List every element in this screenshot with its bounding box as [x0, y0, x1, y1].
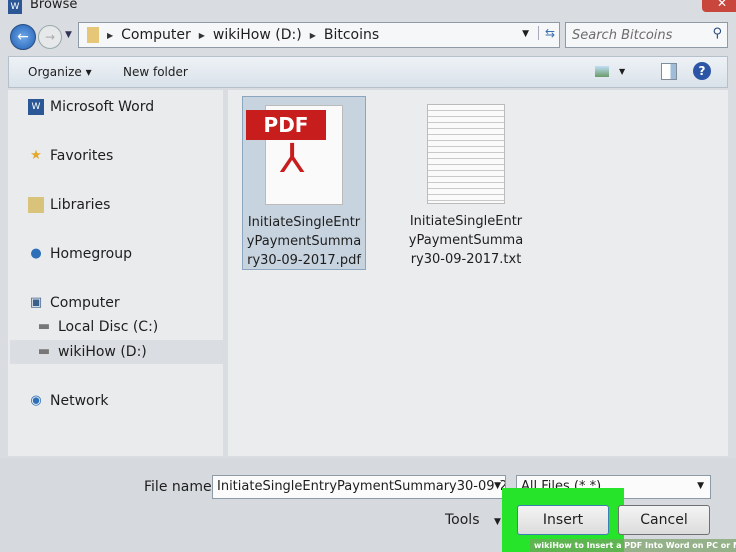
tools-button[interactable]: Tools ▼ — [445, 512, 501, 528]
file-name-line: InitiateSingleEntr — [247, 215, 361, 230]
search-input[interactable]: Search Bitcoins ⚲ — [565, 22, 728, 48]
sidebar-item-libraries[interactable]: Libraries — [28, 197, 110, 213]
sidebar-item-label: Favorites — [50, 148, 114, 164]
network-icon: ◉ — [30, 393, 42, 408]
preview-pane-icon[interactable] — [661, 63, 677, 80]
pdf-file-icon: PDF ⅄ — [246, 105, 343, 205]
acrobat-logo-icon: ⅄ — [280, 136, 305, 182]
sidebar-item-network[interactable]: ◉ Network — [28, 393, 108, 409]
file-list: PDF ⅄ InitiateSingleEntr yPaymentSumma ry3… — [228, 90, 728, 456]
folder-icon — [87, 27, 99, 43]
sidebar-item-favorites[interactable]: ★ Favorites — [28, 148, 113, 164]
drive-icon: ▬ — [37, 319, 51, 334]
breadcrumb-drive[interactable]: wikiHow (D:) — [213, 27, 302, 43]
back-button[interactable]: ← — [10, 24, 36, 50]
toolbar: Organize ▾ New folder ▼ ? — [8, 56, 728, 88]
sidebar-item-computer[interactable]: ▣ Computer — [28, 295, 120, 311]
sidebar-item-label: Homegroup — [50, 246, 133, 262]
file-name-line: ry30-09-2017.txt — [410, 252, 522, 267]
cancel-button[interactable]: Cancel — [618, 505, 710, 535]
sidebar-item-label: Network — [50, 393, 109, 409]
computer-icon: ▣ — [29, 295, 43, 310]
chevron-right-icon[interactable]: ▶ — [310, 31, 316, 40]
watermark: wikiHow to Insert a PDF Into Word on PC … — [530, 539, 736, 552]
refresh-icon[interactable]: ⇆ — [537, 26, 555, 40]
window-title: Browse — [30, 0, 78, 12]
libraries-icon — [28, 197, 44, 213]
recent-pages-dropdown[interactable]: ▼ — [65, 30, 72, 40]
tools-label: Tools — [445, 512, 480, 528]
breadcrumb-computer[interactable]: Computer — [121, 27, 191, 43]
chevron-right-icon[interactable]: ▶ — [199, 31, 205, 40]
navigation-pane: W Microsoft Word ★ Favorites Libraries ● Ho… — [8, 90, 223, 456]
text-file-icon — [427, 104, 505, 204]
file-item-pdf[interactable]: PDF ⅄ InitiateSingleEntr yPaymentSumma ry3… — [242, 96, 366, 270]
sidebar-item-label: Microsoft Word — [50, 99, 155, 115]
sidebar-item-label: wikiHow (D:) — [58, 344, 147, 360]
sidebar-item-label: Local Disc (C:) — [58, 319, 159, 335]
forward-button[interactable]: → — [38, 25, 62, 49]
file-item-txt[interactable]: InitiateSingleEntr yPaymentSumma ry30-09-2… — [404, 96, 528, 270]
sidebar-item-local-disc[interactable]: ▬ Local Disc (C:) — [36, 319, 158, 335]
file-name-input[interactable]: InitiateSingleEntryPaymentSummary30-09-2… — [212, 475, 506, 499]
word-logo-icon: W — [8, 0, 22, 14]
view-dropdown-icon[interactable]: ▼ — [619, 67, 625, 76]
drive-icon: ▬ — [37, 344, 51, 359]
star-icon: ★ — [30, 148, 42, 163]
file-name-line: yPaymentSumma — [408, 233, 524, 248]
address-dropdown-icon[interactable]: ▼ — [522, 29, 529, 39]
organize-button[interactable]: Organize ▾ — [28, 65, 92, 79]
file-name-line: InitiateSingleEntr — [409, 214, 523, 229]
sidebar-item-label: Libraries — [50, 197, 111, 213]
new-folder-button[interactable]: New folder — [123, 65, 188, 79]
file-name-line: yPaymentSumma — [246, 234, 362, 249]
word-icon: W — [28, 99, 44, 115]
chevron-down-icon[interactable]: ▼ — [697, 481, 704, 491]
sidebar-item-homegroup[interactable]: ● Homegroup — [28, 246, 132, 262]
address-bar[interactable]: ▶ Computer ▶ wikiHow (D:) ▶ Bitcoins ▼ ⇆ — [78, 22, 560, 48]
chevron-down-icon: ▼ — [493, 517, 501, 527]
breadcrumb-folder[interactable]: Bitcoins — [324, 27, 379, 43]
sidebar-item-microsoft-word[interactable]: W Microsoft Word — [28, 99, 154, 115]
search-icon[interactable]: ⚲ — [712, 26, 722, 41]
insert-button[interactable]: Insert — [517, 505, 609, 535]
file-name-label: File name: — [144, 479, 217, 495]
chevron-down-icon[interactable]: ▼ — [494, 481, 501, 491]
close-button[interactable]: ✕ — [702, 0, 736, 12]
help-icon[interactable]: ? — [693, 62, 711, 80]
sidebar-item-wikihow-drive[interactable]: ▬ wikiHow (D:) — [36, 344, 147, 360]
chevron-right-icon[interactable]: ▶ — [107, 31, 113, 40]
file-name-line: ry30-09-2017.pdf — [247, 253, 361, 268]
change-view-icon[interactable] — [595, 66, 609, 77]
sidebar-item-label: Computer — [50, 295, 120, 311]
homegroup-icon: ● — [30, 246, 42, 261]
search-placeholder: Search Bitcoins — [572, 28, 673, 43]
file-name-value: InitiateSingleEntryPaymentSummary30-09-2… — [217, 479, 505, 494]
